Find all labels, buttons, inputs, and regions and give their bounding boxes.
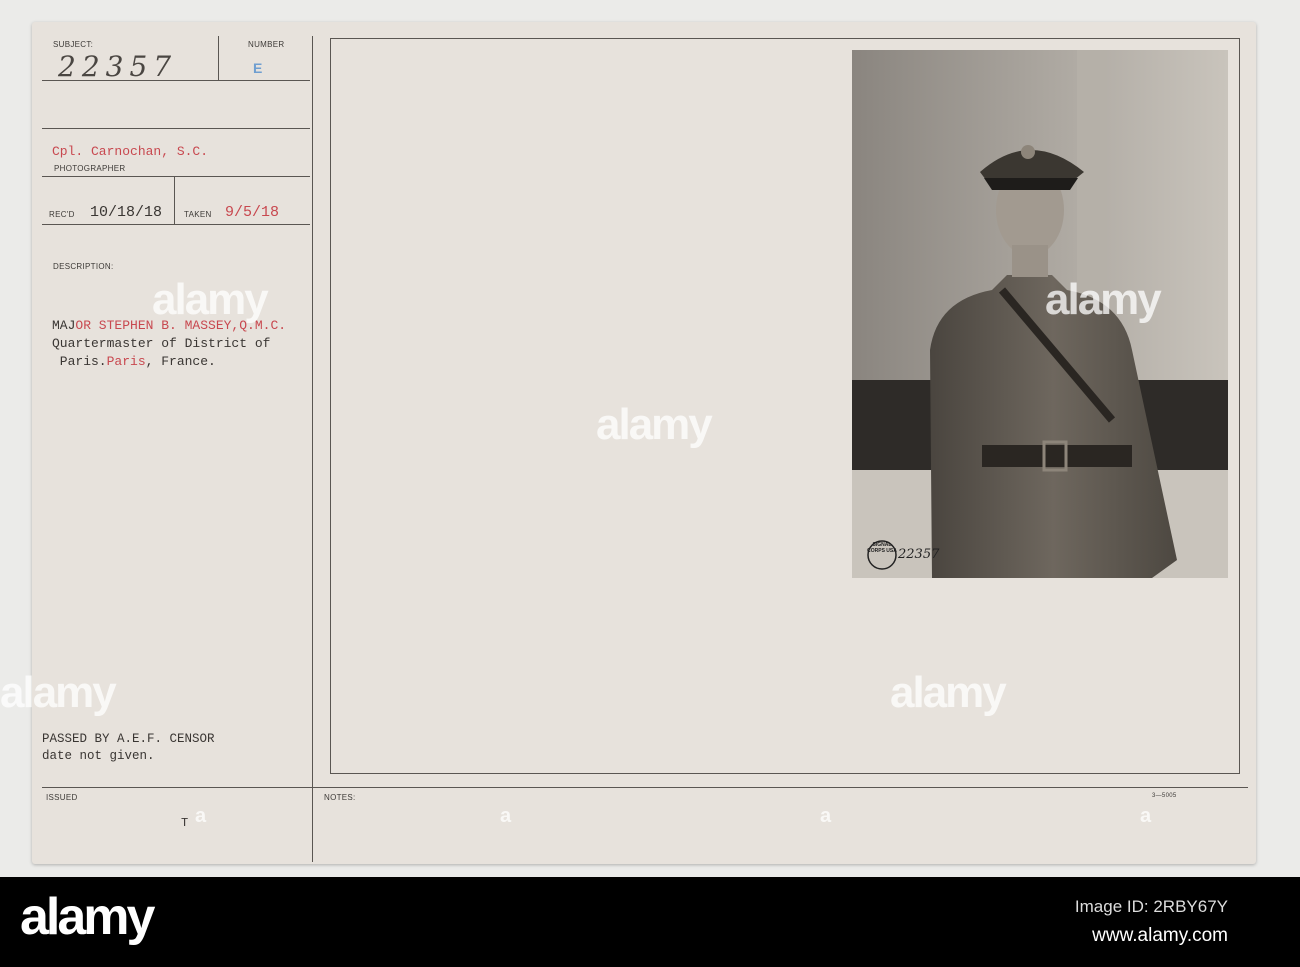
description-label: DESCRIPTION: — [53, 262, 114, 271]
notes-label: NOTES: — [324, 793, 356, 802]
censor-line-1: PASSED BY A.E.F. CENSOR — [42, 732, 215, 746]
photo-stamp-number: 22357 — [898, 547, 940, 562]
watermark: alamy — [1045, 275, 1162, 324]
issued-label: ISSUED — [46, 793, 78, 802]
divider — [218, 36, 219, 80]
photo-stamp-seal-text: SIGNAL CORPS USA — [867, 542, 897, 554]
subject-label: SUBJECT: — [53, 40, 94, 49]
divider — [174, 176, 175, 224]
issued-value: T — [181, 816, 189, 830]
watermark: alamy — [890, 668, 1007, 717]
soldier-portrait-image — [852, 50, 1228, 578]
watermark-small: a — [195, 805, 207, 827]
stock-footer-bar: alamy Image ID: 2RBY67Y www.alamy.com — [0, 877, 1300, 967]
watermark: alamy — [596, 400, 713, 449]
portrait-photograph: SIGNAL CORPS USA 22357 — [852, 50, 1228, 578]
image-id: Image ID: 2RBY67Y — [1074, 897, 1228, 916]
recd-value: 10/18/18 — [90, 204, 163, 221]
taken-label: TAKEN — [184, 210, 212, 219]
subject-value: 22357 — [58, 50, 178, 83]
divider — [42, 224, 310, 225]
divider — [42, 128, 310, 129]
watermark-small: a — [820, 805, 832, 827]
description-text: Paris. — [52, 354, 107, 369]
number-stamp: E — [253, 60, 263, 76]
watermark-small: a — [1140, 805, 1152, 827]
photographer-value: Cpl. Carnochan, S.C. — [52, 144, 209, 159]
recd-label: REC'D — [49, 210, 75, 219]
number-label: NUMBER — [248, 40, 285, 49]
description-text: MAJ — [52, 318, 76, 333]
taken-value: 9/5/18 — [225, 204, 280, 221]
photographer-label: PHOTOGRAPHER — [54, 164, 126, 173]
description-line-3: Paris.Paris, France. — [52, 354, 216, 369]
alamy-url[interactable]: www.alamy.com — [1092, 925, 1228, 947]
watermark-small: a — [500, 805, 512, 827]
description-text: Paris — [106, 354, 146, 369]
description-text: , France. — [145, 354, 216, 369]
divider — [42, 176, 310, 177]
form-number: 3—5005 — [1152, 793, 1177, 799]
divider — [42, 787, 1248, 788]
censor-line-2: date not given. — [42, 749, 155, 763]
description-line-2: Quartermaster of District of — [52, 336, 271, 351]
alamy-logo: alamy — [20, 888, 155, 946]
watermark: alamy — [152, 275, 269, 324]
column-divider — [312, 36, 313, 862]
watermark: alamy — [0, 668, 117, 717]
